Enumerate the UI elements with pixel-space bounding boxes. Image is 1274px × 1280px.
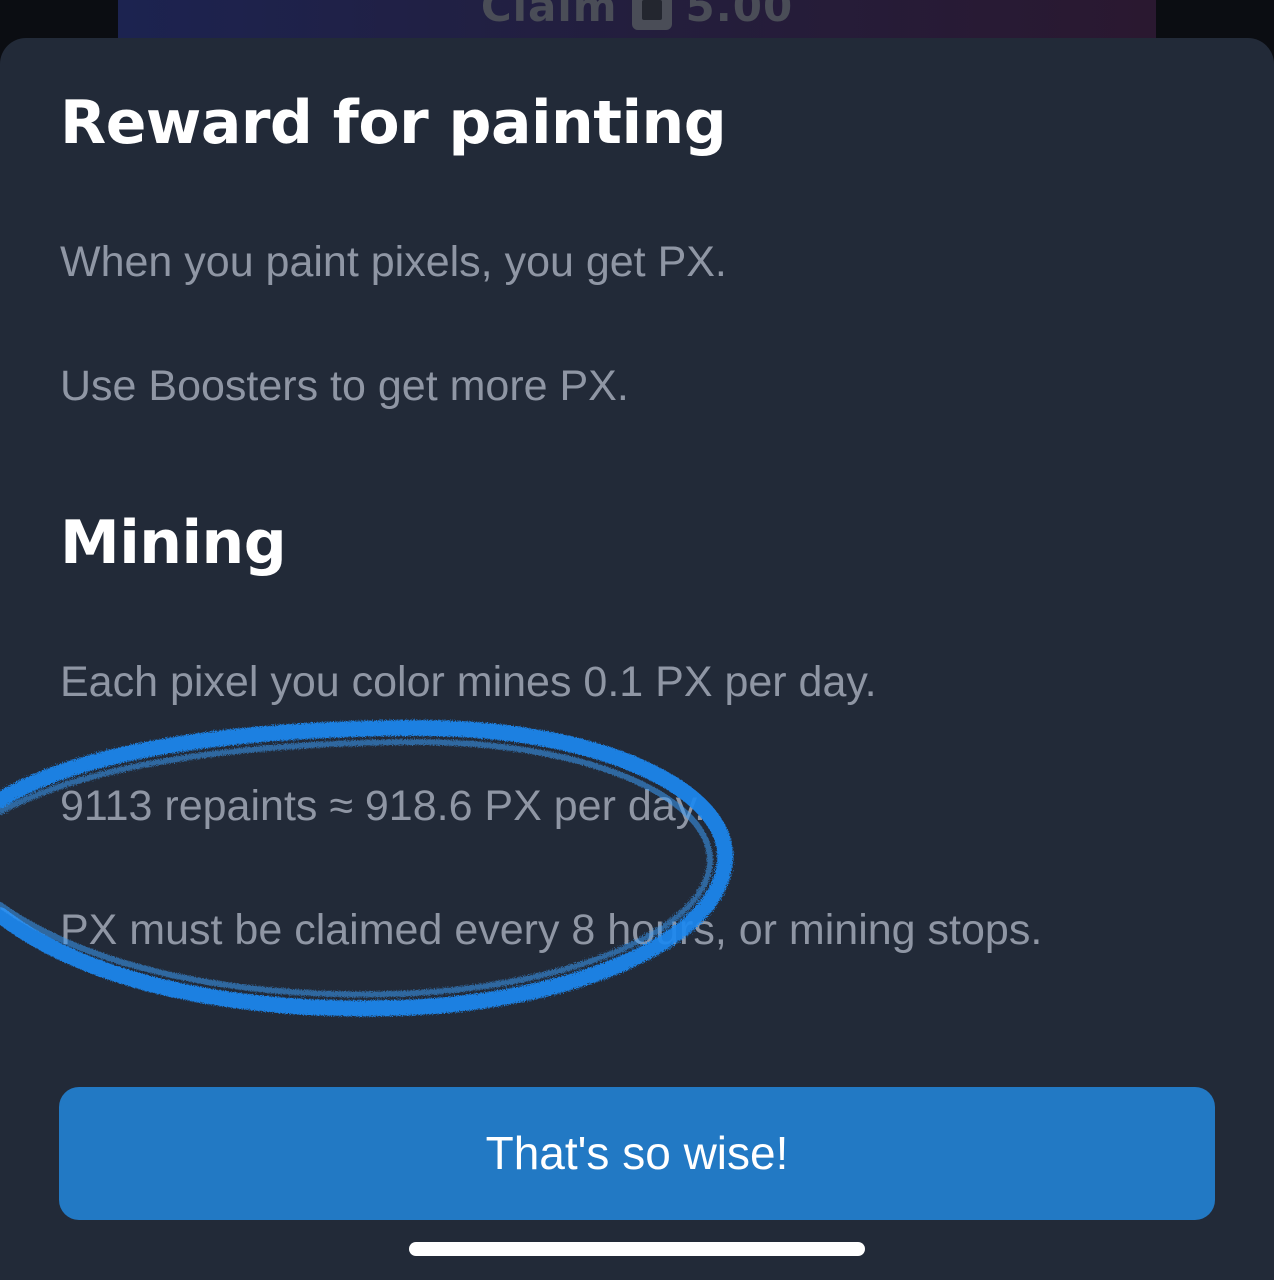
mining-text-claim-interval: PX must be claimed every 8 hours, or min… [60,906,1043,954]
confirm-button[interactable]: That's so wise! [59,1087,1215,1220]
home-indicator[interactable] [409,1242,865,1256]
mining-text-repaints: 9113 repaints ≈ 918.6 PX per day. [60,782,706,830]
mining-title: Mining [60,508,287,578]
reward-text-boosters: Use Boosters to get more PX. [60,362,629,410]
coin-icon [631,0,672,30]
claim-label-group: Claim 5.00 [118,0,1156,31]
reward-text-paint: When you paint pixels, you get PX. [60,238,727,286]
reward-title: Reward for painting [60,88,727,158]
mining-text-rate: Each pixel you color mines 0.1 PX per da… [60,658,877,706]
claim-label: Claim [480,0,618,31]
claim-amount: 5.00 [685,0,794,31]
